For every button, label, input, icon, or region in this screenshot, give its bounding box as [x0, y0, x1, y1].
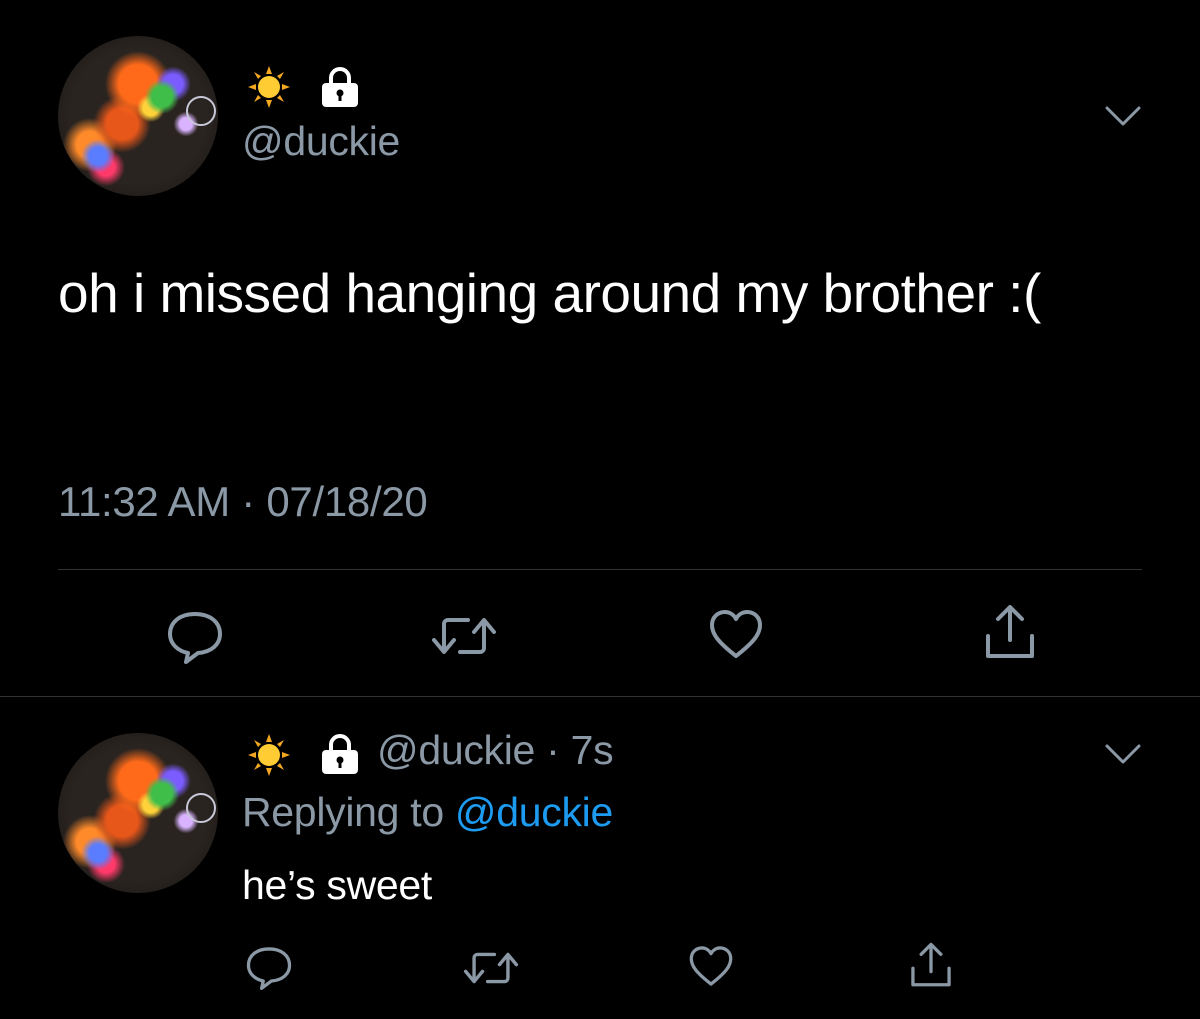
- reply-handle[interactable]: @duckie · 7s: [377, 727, 614, 774]
- sun-emoji-icon: [248, 734, 290, 776]
- avatar[interactable]: [58, 36, 218, 196]
- divider: [0, 696, 1200, 697]
- sun-emoji-icon: [248, 66, 290, 108]
- divider: [58, 569, 1142, 570]
- reply-text: he’s sweet: [242, 862, 432, 908]
- retweet-icon[interactable]: [430, 610, 498, 662]
- avatar[interactable]: [58, 733, 218, 893]
- reply-icon[interactable]: [245, 944, 293, 990]
- share-icon[interactable]: [982, 602, 1038, 662]
- chevron-down-icon[interactable]: [1104, 742, 1142, 766]
- chevron-down-icon[interactable]: [1104, 104, 1142, 128]
- share-icon[interactable]: [908, 940, 954, 990]
- replying-to: Replying to @duckie: [242, 789, 613, 836]
- lock-icon: [322, 67, 358, 107]
- lock-icon: [322, 734, 358, 774]
- tweet-timestamp[interactable]: 11:32 AM · 07/18/20: [58, 478, 428, 526]
- like-icon[interactable]: [688, 944, 734, 988]
- user-handle[interactable]: @duckie: [242, 118, 400, 165]
- like-icon[interactable]: [708, 608, 764, 660]
- mention-link[interactable]: @duckie: [455, 789, 613, 835]
- tweet-text: oh i missed hanging around my brother :(: [58, 262, 1041, 324]
- replying-label: Replying to: [242, 789, 444, 835]
- retweet-icon[interactable]: [462, 946, 520, 990]
- reply-icon[interactable]: [166, 608, 224, 664]
